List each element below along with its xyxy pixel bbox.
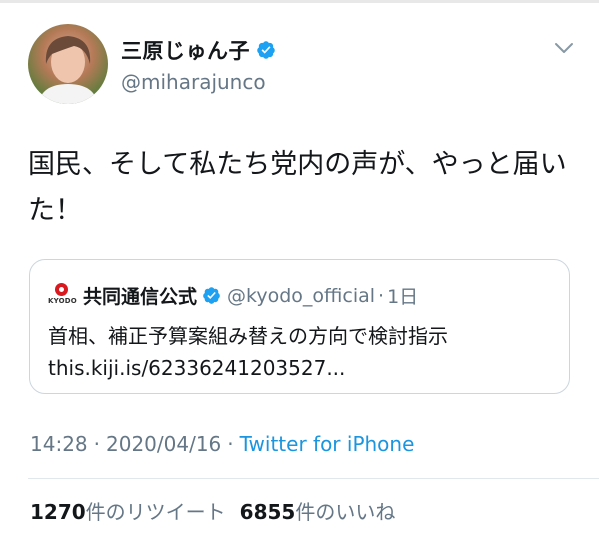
quoted-tweet-text: 首相、補正予算案組み替えの方向で検討指示 this.kiji.is/623362…	[48, 320, 558, 384]
quoted-tweet-headline: 首相、補正予算案組み替えの方向で検討指示	[48, 324, 448, 348]
tweet-text: 国民、そして私たち党内の声が、やっと届いた！	[28, 149, 567, 226]
verified-icon	[202, 286, 221, 305]
meta-separator: ·	[93, 432, 100, 456]
tweet-time: 14:28	[30, 432, 88, 456]
likes-count[interactable]: 6855	[240, 500, 296, 524]
quoted-author-handle: @kyodo_official	[227, 284, 376, 307]
author-name-row: 三原じゅん子	[121, 35, 276, 65]
stats-divider	[28, 478, 599, 479]
meta-separator: ·	[227, 432, 234, 456]
avatar[interactable]	[28, 24, 108, 104]
tweet-detail: 三原じゅん子 @miharajunco 国民、そして私たち党内の声が、やっと届い…	[0, 0, 599, 538]
tweet-stats: 1270 件のリツイート 6855 件のいいね	[30, 496, 395, 525]
retweets-count[interactable]: 1270	[30, 500, 86, 524]
quoted-separator: ·	[378, 284, 385, 307]
quoted-tweet-card[interactable]: KYODO 共同通信公式 @kyodo_official · 1日 首相、補正予…	[29, 259, 570, 394]
author-handle[interactable]: @miharajunco	[121, 70, 266, 94]
top-divider	[0, 0, 599, 3]
retweets-label[interactable]: 件のリツイート	[86, 496, 226, 525]
tweet-meta: 14:28 · 2020/04/16 · Twitter for iPhone	[30, 432, 414, 456]
quoted-tweet-age: 1日	[387, 286, 419, 308]
chevron-down-icon[interactable]	[553, 40, 575, 56]
likes-label[interactable]: 件のいいね	[295, 496, 395, 525]
kyodo-logo: KYODO	[48, 282, 77, 309]
tweet-source-link[interactable]: Twitter for iPhone	[240, 432, 415, 456]
tweet-date[interactable]: 2020/04/16	[106, 432, 221, 456]
verified-icon	[256, 40, 276, 60]
author-display-name[interactable]: 三原じゅん子	[121, 35, 250, 65]
quoted-tweet-header: KYODO 共同通信公式 @kyodo_official · 1日	[48, 282, 418, 309]
quoted-author-name: 共同通信公式	[83, 286, 198, 308]
kyodo-logo-text: KYODO	[48, 296, 77, 305]
quoted-tweet-link[interactable]: this.kiji.is/62336241203527...	[48, 352, 558, 384]
